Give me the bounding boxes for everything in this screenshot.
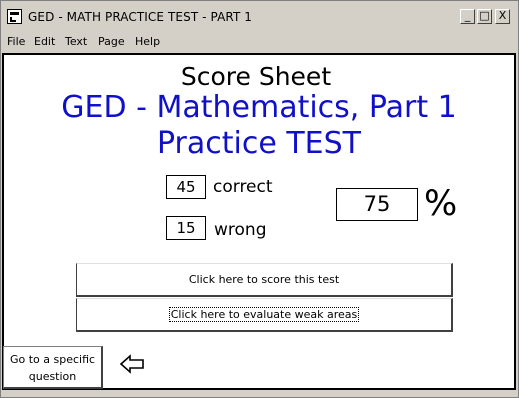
title-bar[interactable]: GED - MATH PRACTICE TEST - PART 1 _ □ X (1, 1, 518, 31)
wrong-count: 15 (166, 216, 206, 240)
page-title: Score Sheet (180, 62, 332, 91)
evaluate-weak-areas-label: Click here to evaluate weak areas (168, 307, 360, 322)
test-subtitle: Practice TEST (156, 126, 361, 161)
menu-file[interactable]: File (7, 35, 25, 48)
menu-help[interactable]: Help (135, 35, 160, 48)
correct-count: 45 (166, 175, 206, 199)
menu-bar: File Edit Text Page Help (1, 32, 518, 52)
percent-score: 75 (336, 188, 418, 221)
back-arrow-icon[interactable] (118, 354, 146, 374)
window-title: GED - MATH PRACTICE TEST - PART 1 (28, 10, 253, 24)
score-test-button[interactable]: Click here to score this test (76, 263, 453, 297)
app-window: GED - MATH PRACTICE TEST - PART 1 _ □ X … (0, 0, 519, 398)
correct-label: correct (213, 177, 273, 197)
test-name: GED - Mathematics, Part 1 (61, 90, 457, 125)
goto-question-button[interactable]: Go to a specific question (3, 346, 103, 389)
evaluate-weak-areas-button[interactable]: Click here to evaluate weak areas (76, 298, 453, 332)
menu-page[interactable]: Page (98, 35, 125, 48)
maximize-button[interactable]: □ (477, 9, 492, 24)
close-button[interactable]: X (495, 9, 510, 24)
wrong-label: wrong (214, 220, 267, 240)
app-icon[interactable] (7, 9, 22, 24)
menu-edit[interactable]: Edit (34, 35, 55, 48)
percent-sign: % (424, 184, 458, 224)
menu-text[interactable]: Text (65, 35, 87, 48)
minimize-button[interactable]: _ (460, 9, 475, 24)
